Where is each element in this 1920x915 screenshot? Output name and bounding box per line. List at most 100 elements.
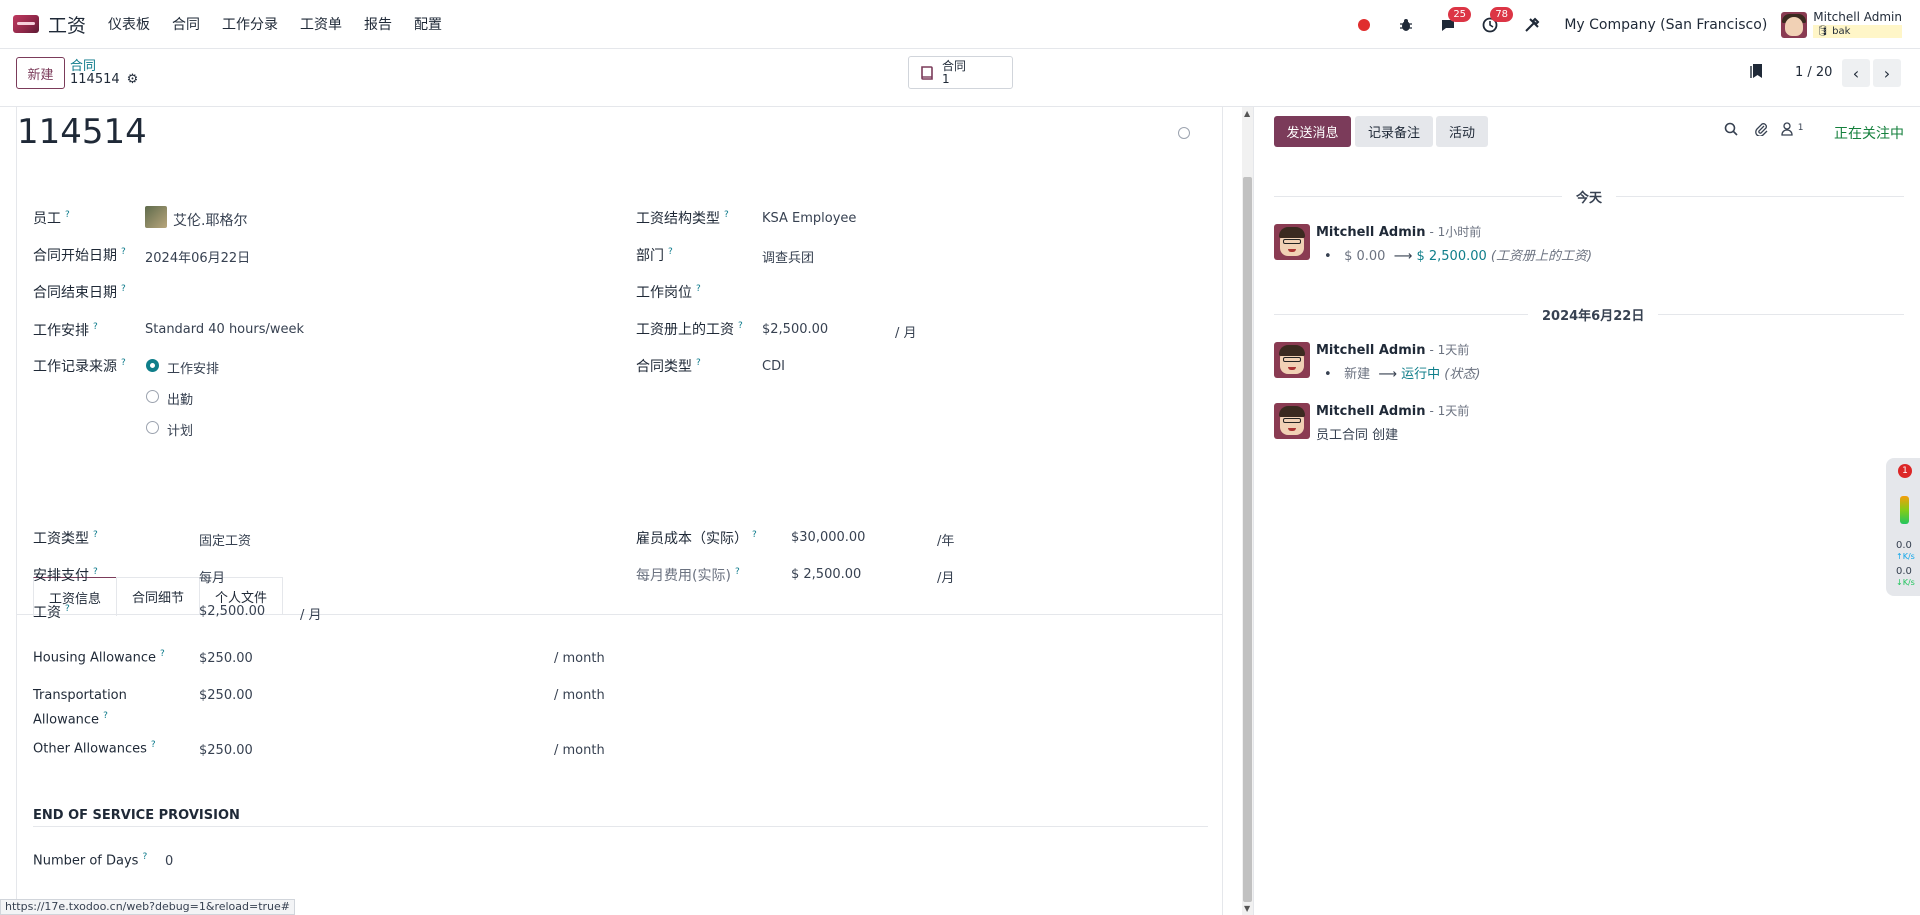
tabs-divider — [17, 614, 1223, 615]
monthly-cost-unit: /月 — [937, 571, 955, 586]
following-button[interactable]: 正在关注中 — [1834, 123, 1904, 143]
chatter-panel: 发送消息 记录备注 活动 1 正在关注中 今天 Mitchell Admin - … — [1253, 107, 1920, 915]
message-body: 员工合同 创建 — [1316, 428, 1399, 443]
transportation-allowance-label: Transportation Allowance? — [33, 688, 127, 728]
contracts-smart-button[interactable]: 合同 1 — [908, 56, 1013, 89]
job-position-field[interactable] — [762, 284, 1062, 302]
contract-type-label: 合同类型? — [636, 358, 701, 375]
structure-type-field[interactable]: KSA Employee — [762, 211, 856, 226]
contract-type-field[interactable]: CDI — [762, 359, 785, 374]
database-name: 🛢 bak — [1813, 25, 1902, 38]
job-position-label: 工作岗位? — [636, 284, 701, 301]
breadcrumb-current: 114514 ⚙ — [70, 72, 138, 87]
menu-contracts[interactable]: 合同 — [172, 14, 200, 34]
search-icon[interactable] — [1724, 122, 1738, 140]
smart-button-label: 合同 — [942, 58, 967, 73]
pager-value[interactable]: 1 / 20 — [1795, 65, 1832, 80]
messages-badge: 25 — [1448, 6, 1472, 22]
activities-clock-icon[interactable]: 78 — [1480, 6, 1514, 35]
employee-field[interactable]: 艾伦.耶格尔 — [173, 210, 247, 230]
menu-reporting[interactable]: 报告 — [364, 14, 392, 34]
message-time: - 1天前 — [1429, 343, 1470, 357]
message-avatar[interactable] — [1274, 403, 1310, 439]
schedule-label: 工作安排? — [33, 322, 98, 339]
activity-button[interactable]: 活动 — [1436, 116, 1488, 147]
message-author[interactable]: Mitchell Admin - 1天前 — [1316, 402, 1469, 419]
employee-avatar — [145, 206, 167, 228]
wage-on-payroll-label: 工资册上的工资? — [636, 321, 743, 338]
source-option-schedule[interactable]: 工作安排 — [167, 358, 219, 377]
status-indicator[interactable] — [1178, 127, 1190, 139]
form-scrollbar[interactable]: ▲ ▼ — [1242, 107, 1253, 915]
pager-next-button[interactable]: › — [1873, 59, 1901, 87]
menu-configuration[interactable]: 配置 — [414, 14, 442, 34]
source-option-planning[interactable]: 计划 — [167, 420, 193, 439]
housing-allowance-field[interactable]: $250.00 — [199, 651, 253, 666]
widget-up-unit: ↑K/s — [1896, 552, 1915, 561]
chevron-right-icon: › — [1883, 63, 1891, 83]
source-radio-planning[interactable] — [146, 421, 159, 434]
app-name[interactable]: 工资 — [48, 11, 86, 38]
scheduled-pay-field[interactable]: 每月 — [199, 567, 225, 586]
wage-on-payroll-unit: / 月 — [895, 326, 917, 341]
wage-type-field[interactable]: 固定工资 — [199, 530, 251, 549]
wage-on-payroll-field[interactable]: $2,500.00 — [762, 322, 828, 337]
menu-dashboard[interactable]: 仪表板 — [108, 14, 150, 34]
widget-down-speed: 0.0 — [1896, 566, 1912, 577]
new-button[interactable]: 新建 — [16, 57, 65, 89]
employee-cost-field[interactable]: $30,000.00 — [791, 530, 865, 545]
employee-cost-label: 雇员成本（实际）? — [636, 530, 757, 547]
employee-cost-unit: /年 — [937, 534, 955, 549]
source-radio-schedule[interactable] — [146, 359, 159, 372]
scroll-thumb[interactable] — [1243, 177, 1252, 902]
other-allowances-label: Other Allowances? — [33, 740, 156, 757]
transportation-allowance-field[interactable]: $250.00 — [199, 688, 253, 703]
widget-alert-badge: 1 — [1898, 464, 1912, 478]
book-icon — [919, 65, 935, 81]
menu-payslips[interactable]: 工资单 — [300, 14, 342, 34]
message-avatar[interactable] — [1274, 224, 1310, 260]
record-title[interactable]: 114514 — [17, 112, 147, 152]
message-author[interactable]: Mitchell Admin - 1天前 — [1316, 341, 1469, 358]
scroll-down-arrow-icon[interactable]: ▼ — [1244, 904, 1250, 913]
number-of-days-field[interactable]: 0 — [165, 854, 173, 869]
user-avatar[interactable] — [1781, 11, 1808, 38]
employee-label: 员工? — [33, 210, 70, 227]
end-date-field[interactable] — [145, 284, 445, 302]
other-allowances-field[interactable]: $250.00 — [199, 743, 253, 758]
scroll-up-arrow-icon[interactable]: ▲ — [1244, 109, 1250, 118]
tab-contract-details[interactable]: 合同细节 — [116, 577, 201, 615]
followers-count: 1 — [1797, 123, 1804, 133]
source-radio-attendance[interactable] — [146, 390, 159, 403]
log-note-button[interactable]: 记录备注 — [1355, 116, 1433, 147]
message-author[interactable]: Mitchell Admin - 1小时前 — [1316, 223, 1481, 240]
today-label: 今天 — [1562, 187, 1617, 206]
start-date-field[interactable]: 2024年06月22日 — [145, 247, 250, 266]
wage-field[interactable]: $2,500.00 — [199, 604, 265, 619]
payroll-app-icon[interactable] — [13, 15, 39, 33]
schedule-field[interactable]: Standard 40 hours/week — [145, 322, 304, 337]
messages-icon[interactable]: 25 — [1438, 6, 1472, 35]
tracking-line: • 新建 ⟶ 运行中 (状态) — [1324, 367, 1481, 382]
network-speed-widget[interactable]: 1 0.0 ↑K/s 0.0 ↓K/s — [1886, 458, 1920, 596]
gear-icon[interactable]: ⚙ — [127, 72, 139, 87]
followers-icon[interactable]: 1 — [1781, 122, 1804, 140]
tools-icon[interactable] — [1522, 15, 1542, 35]
bookmark-icon[interactable] — [1750, 63, 1764, 83]
source-option-attendance[interactable]: 出勤 — [167, 389, 193, 408]
paperclip-icon[interactable] — [1754, 122, 1768, 140]
widget-up-speed: 0.0 — [1896, 540, 1912, 551]
company-switcher[interactable]: My Company (San Francisco) — [1564, 17, 1767, 33]
user-name: Mitchell Admin — [1813, 10, 1902, 24]
send-message-button[interactable]: 发送消息 — [1274, 116, 1351, 147]
user-menu[interactable]: Mitchell Admin 🛢 bak — [1813, 11, 1902, 38]
number-of-days-label: Number of Days? — [33, 852, 148, 869]
debug-bug-icon[interactable] — [1396, 15, 1416, 35]
record-indicator-icon[interactable] — [1354, 15, 1374, 35]
message-avatar[interactable] — [1274, 342, 1310, 378]
menu-work-entries[interactable]: 工作分录 — [222, 14, 278, 34]
structure-type-label: 工资结构类型? — [636, 210, 729, 227]
start-date-label: 合同开始日期? — [33, 247, 126, 264]
department-field[interactable]: 调查兵团 — [762, 247, 814, 266]
pager-previous-button[interactable]: ‹ — [1842, 59, 1870, 87]
